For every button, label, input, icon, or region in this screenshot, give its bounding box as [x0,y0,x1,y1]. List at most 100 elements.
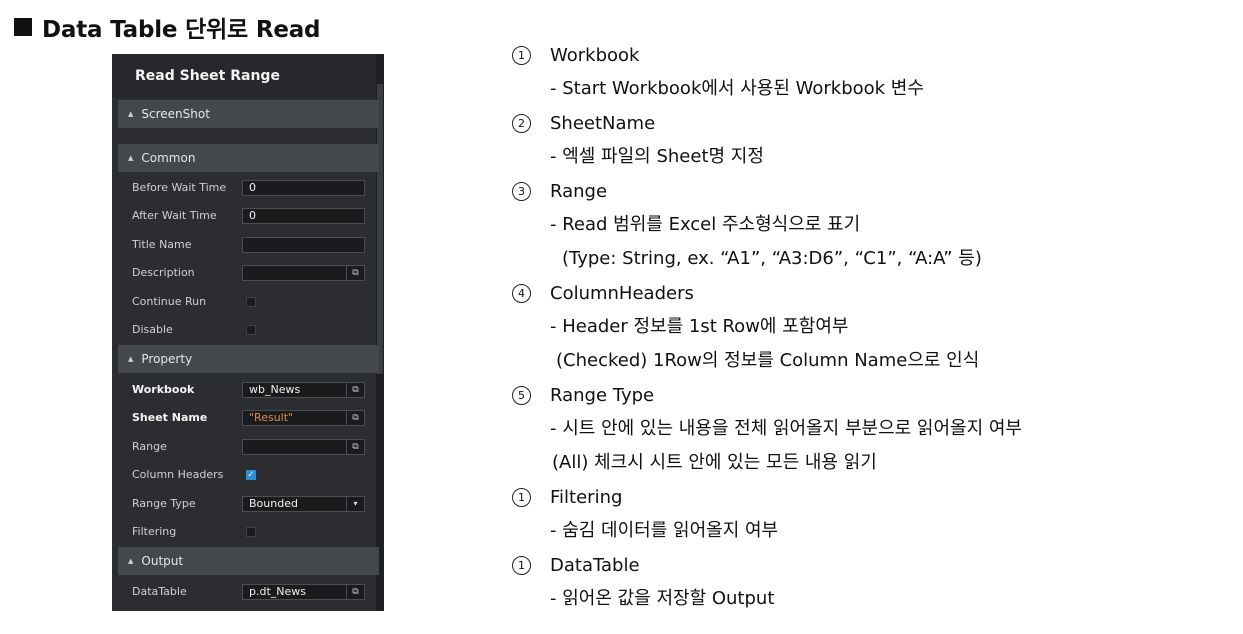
list-item: 3 Range - Read 범위를 Excel 주소형식으로 표기 (Type:… [512,174,1232,276]
item-description: - 시트 안에 있는 내용을 전체 읽어올지 부분으로 읽어올지 여부 [550,418,1022,439]
row-title-name: Title Name [118,231,379,259]
section-screenshot[interactable]: ▲ ScreenShot [118,100,379,128]
row-disable: Disable [118,316,379,344]
collapse-arrow-icon: ▲ [128,355,134,363]
field-label: Before Wait Time [132,181,227,194]
list-item: 1 DataTable - 읽어온 값을 저장할 Output [512,548,1232,616]
field-label: After Wait Time [132,209,217,222]
item-description: - 숨김 데이터를 읽어올지 여부 [550,520,779,541]
field-label: Title Name [132,238,192,251]
field-label: Range [132,440,167,453]
field-label: Workbook [132,383,195,396]
column-headers-checkbox[interactable]: ✓ [246,470,256,480]
square-bullet-icon [14,18,32,36]
field-label: Description [132,266,195,279]
field-label: Continue Run [132,295,207,308]
row-sheet-name: Sheet Name "Result" ⧉ [118,404,379,432]
section-output[interactable]: ▲ Output [118,547,379,575]
row-column-headers: Column Headers ✓ [118,461,379,489]
open-editor-icon[interactable]: ⧉ [346,411,364,425]
item-title: Range [550,180,608,202]
open-editor-icon[interactable]: ⧉ [346,383,364,397]
section-label: ScreenShot [141,107,210,121]
disable-checkbox[interactable] [246,325,256,335]
item-description: - 읽어온 값을 저장할 Output [550,588,775,609]
panel-title: Read Sheet Range [112,54,376,98]
item-title: Workbook [550,44,640,66]
row-filtering: Filtering [118,518,379,546]
sheet-name-input[interactable]: "Result" ⧉ [242,410,365,426]
row-after-wait-time: After Wait Time 0 [118,202,379,230]
field-label: Column Headers [132,468,224,481]
description-input[interactable]: ⧉ [242,265,365,281]
circled-number: 3 [512,181,531,201]
section-label: Property [141,352,193,366]
field-label: Sheet Name [132,411,208,424]
section-property[interactable]: ▲ Property [118,345,379,373]
open-editor-icon[interactable]: ⧉ [346,266,364,280]
circled-number: 1 [512,487,531,507]
properties-panel: Read Sheet Range ▲ ScreenShot ▲ Common B… [112,54,384,611]
heading-text: Data Table 단위로 Read [42,17,321,43]
continue-run-checkbox[interactable] [246,297,256,307]
collapse-arrow-icon: ▲ [128,154,134,162]
field-value: 0 [249,209,256,222]
item-title: SheetName [550,112,656,134]
item-description: - Start Workbook에서 사용된 Workbook 변수 [550,78,924,99]
workbook-input[interactable]: wb_News ⧉ [242,382,365,398]
field-value: Bounded [249,497,298,510]
open-editor-icon[interactable]: ⧉ [346,440,364,454]
list-item: 5 Range Type - 시트 안에 있는 내용을 전체 읽어올지 부분으로 … [512,378,1232,480]
section-common[interactable]: ▲ Common [118,144,379,172]
circled-number: 4 [512,283,531,303]
datatable-input[interactable]: p.dt_News ⧉ [242,584,365,600]
row-range-type: Range Type Bounded ▾ [118,490,379,518]
circled-number: 1 [512,45,531,65]
circled-number: 5 [512,385,531,405]
circled-number: 2 [512,113,531,133]
range-input[interactable]: ⧉ [242,439,365,455]
item-description: - Header 정보를 1st Row에 포함여부 [550,316,849,337]
before-wait-time-input[interactable]: 0 [242,180,365,196]
title-name-input[interactable] [242,237,365,253]
field-value: wb_News [249,383,301,396]
dropdown-caret-icon[interactable]: ▾ [346,497,364,511]
filtering-checkbox[interactable] [246,527,256,537]
list-item: 1 Workbook - Start Workbook에서 사용된 Workboo… [512,38,1232,106]
field-label: DataTable [132,585,187,598]
item-title: ColumnHeaders [550,282,694,304]
item-description: (All) 체크시 시트 안에 있는 모든 내용 읽기 [552,452,877,473]
field-value: p.dt_News [249,585,306,598]
item-title: Filtering [550,486,623,508]
item-description: - 엑셀 파일의 Sheet명 지정 [550,146,764,167]
item-description: (Checked) 1Row의 정보를 Column Name으로 인식 [556,350,980,371]
field-label: Range Type [132,497,196,510]
row-range: Range ⧉ [118,433,379,461]
collapse-arrow-icon: ▲ [128,557,134,565]
item-description: (Type: String, ex. “A1”, “A3:D6”, “C1”, … [562,248,982,269]
list-item: 1 Filtering - 숨김 데이터를 읽어올지 여부 [512,480,1232,548]
open-editor-icon[interactable]: ⧉ [346,585,364,599]
property-description-list: 1 Workbook - Start Workbook에서 사용된 Workboo… [512,38,1232,616]
field-value: 0 [249,181,256,194]
collapse-arrow-icon: ▲ [128,110,134,118]
list-item: 2 SheetName - 엑셀 파일의 Sheet명 지정 [512,106,1232,174]
section-label: Output [141,554,184,568]
item-title: DataTable [550,554,640,576]
field-value: "Result" [249,411,294,424]
row-continue-run: Continue Run [118,288,379,316]
page-heading: Data Table 단위로 Read [14,10,321,44]
row-workbook: Workbook wb_News ⧉ [118,376,379,404]
list-item: 4 ColumnHeaders - Header 정보를 1st Row에 포함여… [512,276,1232,378]
range-type-select[interactable]: Bounded ▾ [242,496,365,512]
item-description: - Read 범위를 Excel 주소형식으로 표기 [550,214,861,235]
row-description: Description ⧉ [118,259,379,287]
circled-number: 1 [512,555,531,575]
section-label: Common [141,151,196,165]
after-wait-time-input[interactable]: 0 [242,208,365,224]
row-datatable: DataTable p.dt_News ⧉ [118,578,379,606]
field-label: Disable [132,323,173,336]
item-title: Range Type [550,384,655,406]
row-before-wait-time: Before Wait Time 0 [118,174,379,202]
field-label: Filtering [132,525,177,538]
